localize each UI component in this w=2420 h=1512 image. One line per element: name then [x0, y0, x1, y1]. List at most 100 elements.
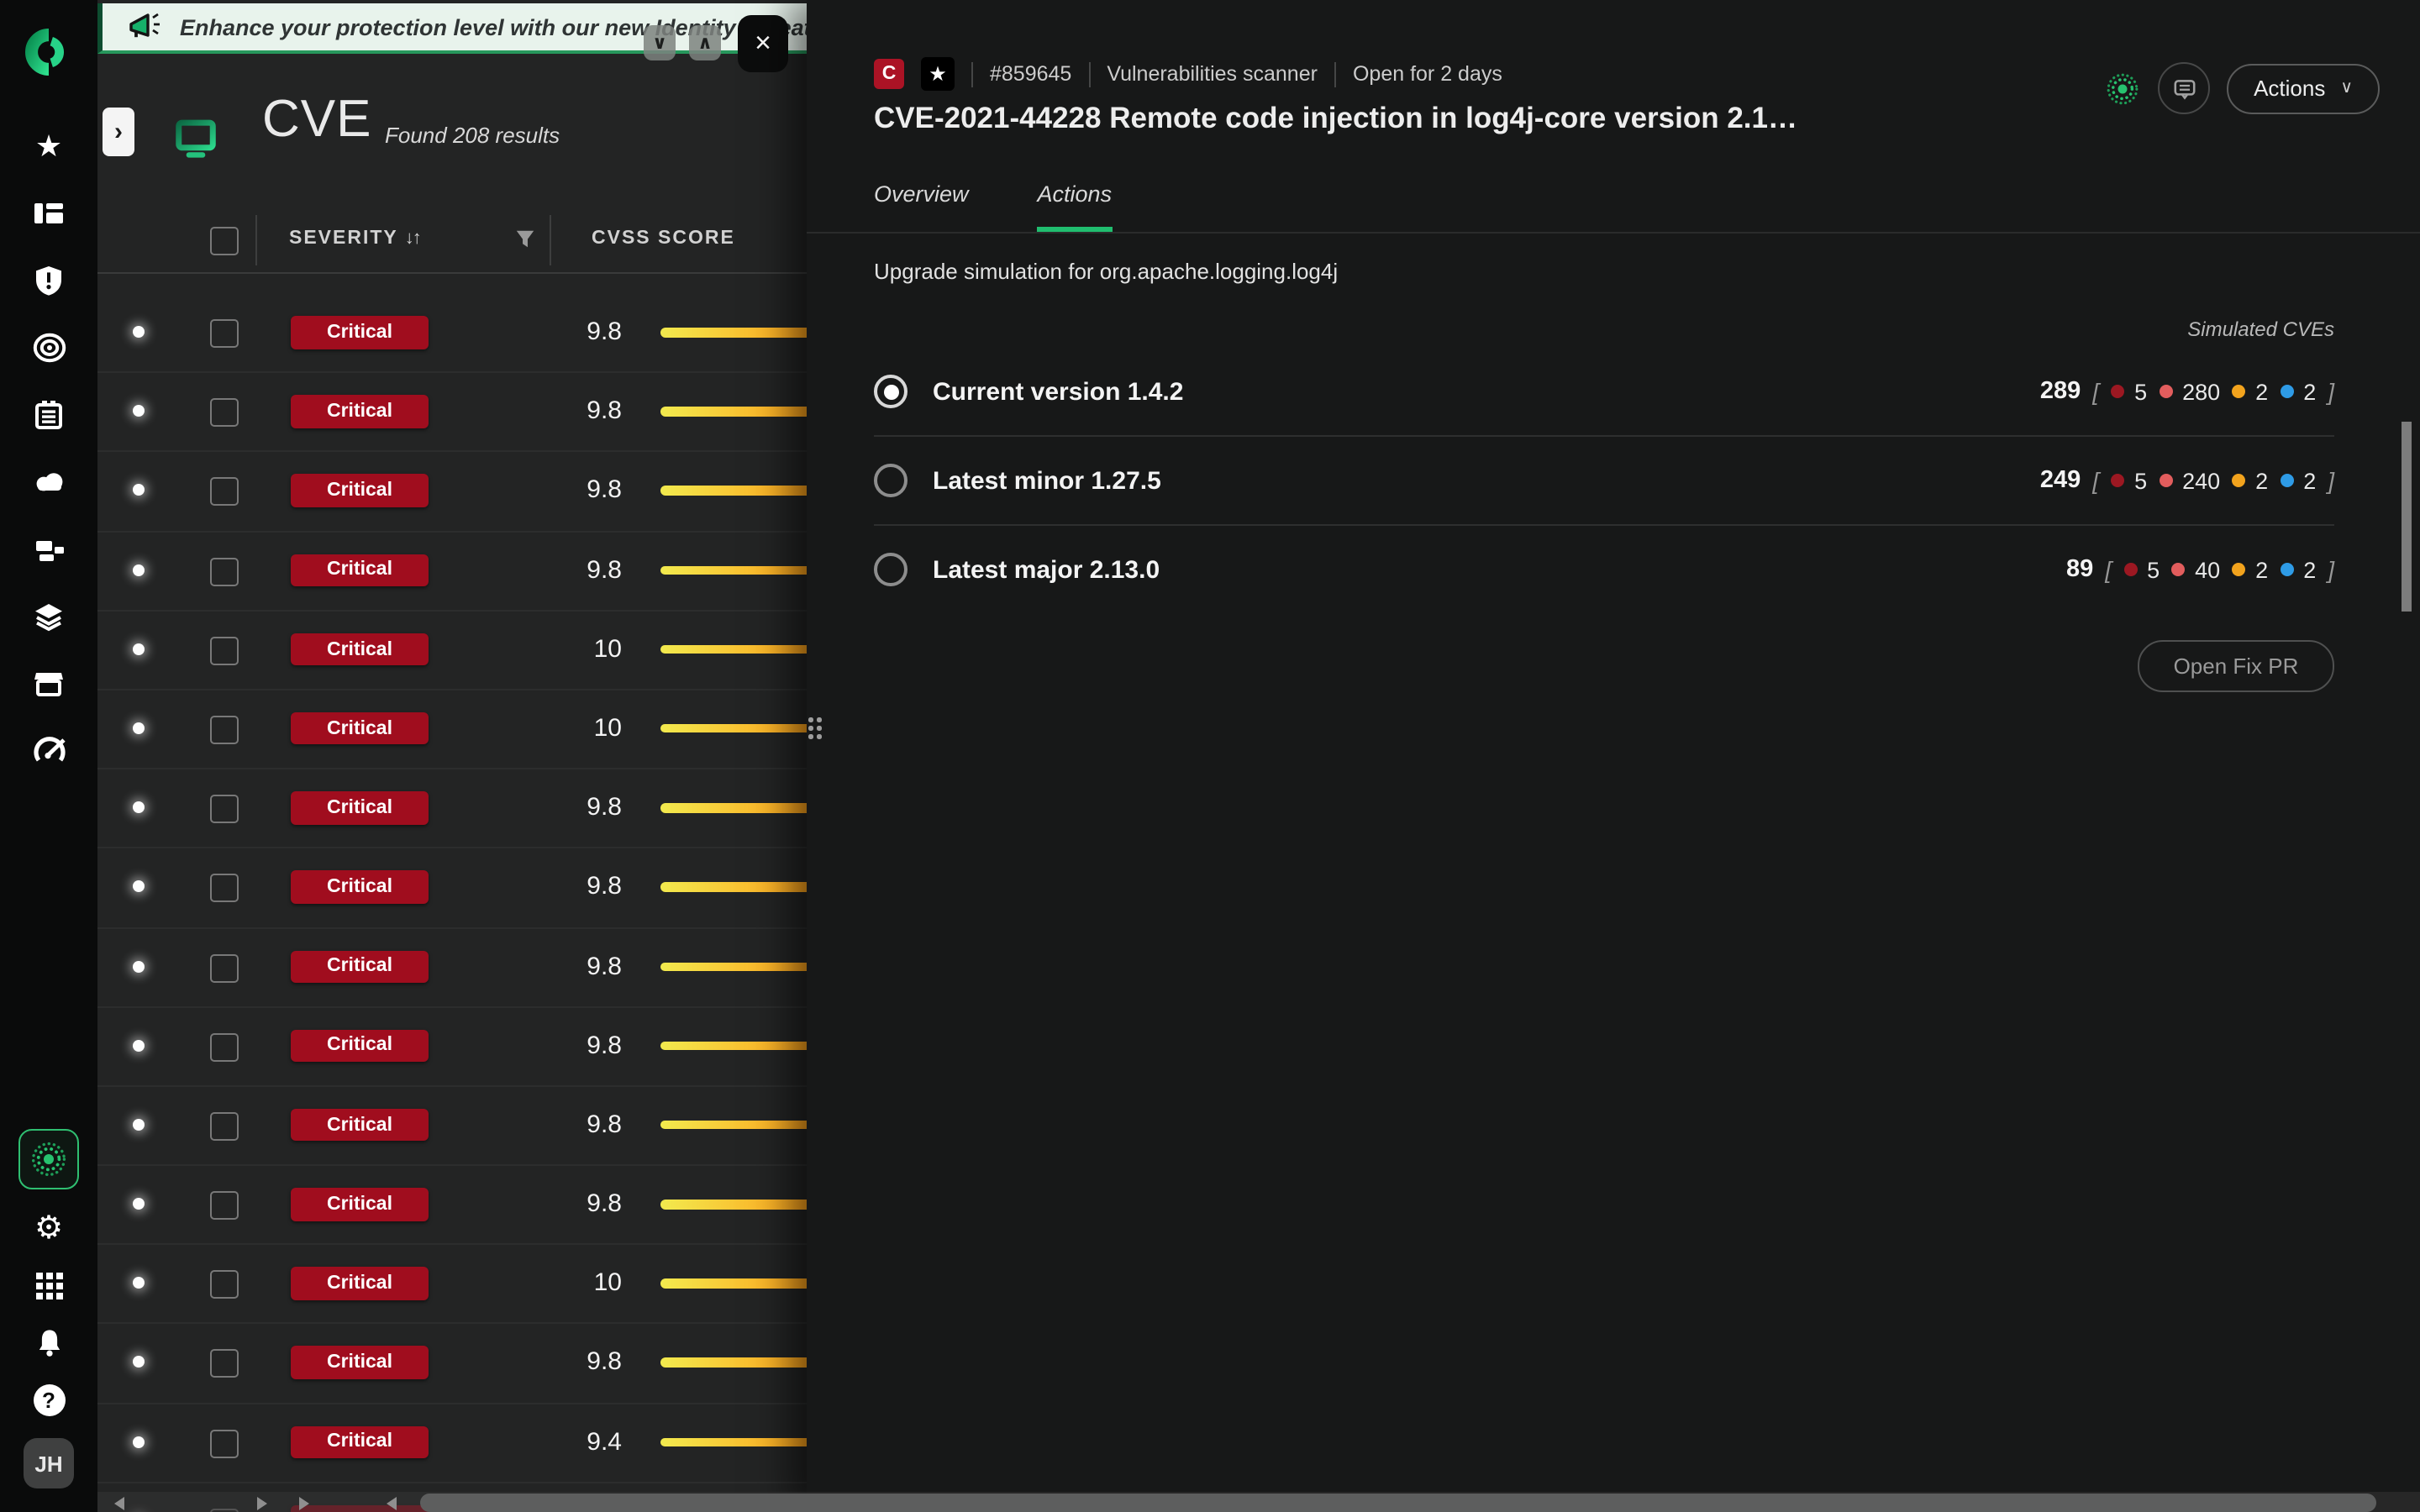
radio-button[interactable] — [874, 553, 908, 586]
table-row[interactable]: Critical 9.8 — [97, 849, 807, 928]
version-option-row[interactable]: Latest major 2.13.0 89 [ 5 40 2 2 ] — [874, 524, 2334, 613]
row-checkbox[interactable] — [210, 1271, 239, 1299]
table-row[interactable]: Critical 10 — [97, 690, 807, 769]
severity-badge: Critical — [291, 871, 429, 904]
row-checkbox[interactable] — [210, 557, 239, 585]
table-row[interactable]: Critical 9.8 — [97, 532, 807, 611]
sort-icon[interactable]: ↓↑ — [405, 228, 420, 249]
target-icon — [31, 331, 66, 365]
horizontal-scrollbar-track[interactable] — [97, 1492, 2420, 1512]
row-checkbox[interactable] — [210, 953, 239, 982]
sidebar-item-alerts[interactable] — [15, 247, 82, 314]
cvss-score-value: 9.8 — [546, 318, 622, 346]
table-row[interactable]: Critical 9.8 — [97, 1087, 807, 1166]
bell-icon — [33, 1326, 65, 1358]
table-row[interactable]: Critical 9.8 — [97, 1325, 807, 1404]
detail-meta-row: C ★ #859645 Vulnerabilities scanner Open… — [874, 57, 1502, 91]
sidebar-item-marketplace[interactable] — [15, 650, 82, 717]
table-row[interactable]: Critical 9.8 — [97, 928, 807, 1007]
sidebar-item-layers[interactable] — [15, 583, 82, 650]
table-row[interactable]: Critical 9.4 — [97, 1404, 807, 1483]
row-checkbox[interactable] — [210, 398, 239, 427]
horizontal-scrollbar-thumb[interactable] — [420, 1493, 2376, 1511]
criticality-badge: C — [874, 59, 904, 89]
sidebar-item-cloud[interactable] — [15, 449, 82, 516]
open-fix-pr-button[interactable]: Open Fix PR — [2138, 640, 2334, 692]
gauge-icon — [31, 734, 66, 768]
radio-button[interactable] — [874, 464, 908, 497]
sidebar-item-compliance[interactable] — [15, 717, 82, 785]
sidebar-item-help[interactable]: ? — [15, 1381, 82, 1418]
tab[interactable]: Actions — [1038, 181, 1113, 232]
row-checkbox[interactable] — [210, 478, 239, 507]
row-checkbox[interactable] — [210, 1429, 239, 1457]
vertical-scrollbar-thumb[interactable] — [2402, 422, 2412, 612]
table-row[interactable]: Critical 9.8 — [97, 1007, 807, 1086]
table-row[interactable]: Critical 10 — [97, 612, 807, 690]
table-row[interactable]: Critical 9.8 — [97, 769, 807, 848]
severity-badge: Critical — [291, 1268, 429, 1300]
table-row[interactable]: Critical 9.8 — [97, 373, 807, 452]
table-row[interactable]: Critical 9.8 — [97, 1166, 807, 1245]
radio-button[interactable] — [874, 375, 908, 408]
cve-list-panel: › CVE Found 208 results SEVERITY↓↑ CVSS … — [97, 0, 807, 1512]
chevron-down-icon: ∨ — [652, 32, 667, 54]
row-checkbox[interactable] — [210, 319, 239, 348]
unread-dot-icon — [133, 405, 145, 417]
sidebar-item-radar[interactable] — [15, 314, 82, 381]
row-checkbox[interactable] — [210, 1350, 239, 1378]
scroll-right-arrow-icon[interactable] — [299, 1496, 309, 1509]
select-all-checkbox[interactable] — [210, 227, 239, 255]
sidebar-item-inventory[interactable] — [15, 381, 82, 449]
version-label: Latest major 2.13.0 — [933, 555, 1160, 584]
cvss-score-value: 9.8 — [546, 1110, 622, 1139]
sidebar-item-ai-security-active[interactable] — [18, 1129, 79, 1189]
scroll-left-arrow-icon[interactable] — [114, 1496, 124, 1509]
medium-count: 2 — [2255, 379, 2268, 404]
row-checkbox[interactable] — [210, 637, 239, 665]
drawer-drag-handle[interactable] — [808, 717, 823, 751]
sidebar-item-settings[interactable]: ⚙ — [15, 1210, 82, 1247]
banner-close-button[interactable]: × — [738, 15, 788, 72]
sidebar-item-notifications[interactable] — [15, 1324, 82, 1361]
severity-badge: Critical — [291, 1188, 429, 1221]
brand-logo-icon[interactable] — [25, 29, 72, 76]
critical-dot-icon — [2123, 563, 2137, 576]
expand-panel-button[interactable]: › — [103, 108, 134, 156]
row-checkbox[interactable] — [210, 1032, 239, 1061]
actions-dropdown-button[interactable]: Actions ∨ — [2227, 63, 2380, 113]
sidebar-item-apps[interactable] — [15, 1267, 82, 1304]
table-row[interactable]: Critical 10 — [97, 1246, 807, 1325]
issue-source: Vulnerabilities scanner — [1107, 62, 1318, 86]
table-row[interactable]: Critical 9.8 — [97, 453, 807, 532]
table-row[interactable]: Critical 9.8 — [97, 294, 807, 373]
version-option-row[interactable]: Current version 1.4.2 289 [ 5 280 2 2 ] — [874, 348, 2334, 435]
sidebar-item-assets[interactable] — [15, 516, 82, 583]
row-checkbox[interactable] — [210, 716, 239, 744]
unread-dot-icon — [133, 485, 145, 496]
favorite-star-button[interactable]: ★ — [921, 57, 955, 91]
column-header-cvss[interactable]: CVSS SCORE — [592, 228, 735, 249]
ai-spiral-icon[interactable] — [2104, 70, 2141, 107]
tab[interactable]: Overview — [874, 181, 969, 232]
column-header-severity[interactable]: SEVERITY↓↑ — [289, 228, 420, 249]
user-avatar[interactable]: JH — [24, 1438, 74, 1488]
row-checkbox[interactable] — [210, 874, 239, 903]
row-checkbox[interactable] — [210, 1191, 239, 1220]
version-option-row[interactable]: Latest minor 1.27.5 249 [ 5 240 2 2 ] — [874, 435, 2334, 524]
comment-button[interactable] — [2158, 62, 2210, 114]
cloud-icon — [31, 465, 66, 499]
sidebar-item-dashboards[interactable] — [15, 180, 82, 247]
scroll-left-arrow-icon[interactable] — [387, 1496, 397, 1509]
row-checkbox[interactable] — [210, 795, 239, 823]
sidebar-item-favorites[interactable]: ★ — [15, 113, 82, 180]
app-root: ★ — [0, 0, 2420, 1512]
scroll-right-arrow-icon[interactable] — [257, 1496, 267, 1509]
cvss-score-value: 10 — [546, 714, 622, 743]
row-checkbox[interactable] — [210, 1112, 239, 1141]
cvss-score-bar — [660, 962, 807, 971]
banner-next-button[interactable]: ∧ — [689, 25, 721, 60]
banner-prev-button[interactable]: ∨ — [644, 25, 676, 60]
filter-funnel-icon[interactable] — [514, 228, 536, 250]
cvss-score-value: 9.8 — [546, 952, 622, 980]
